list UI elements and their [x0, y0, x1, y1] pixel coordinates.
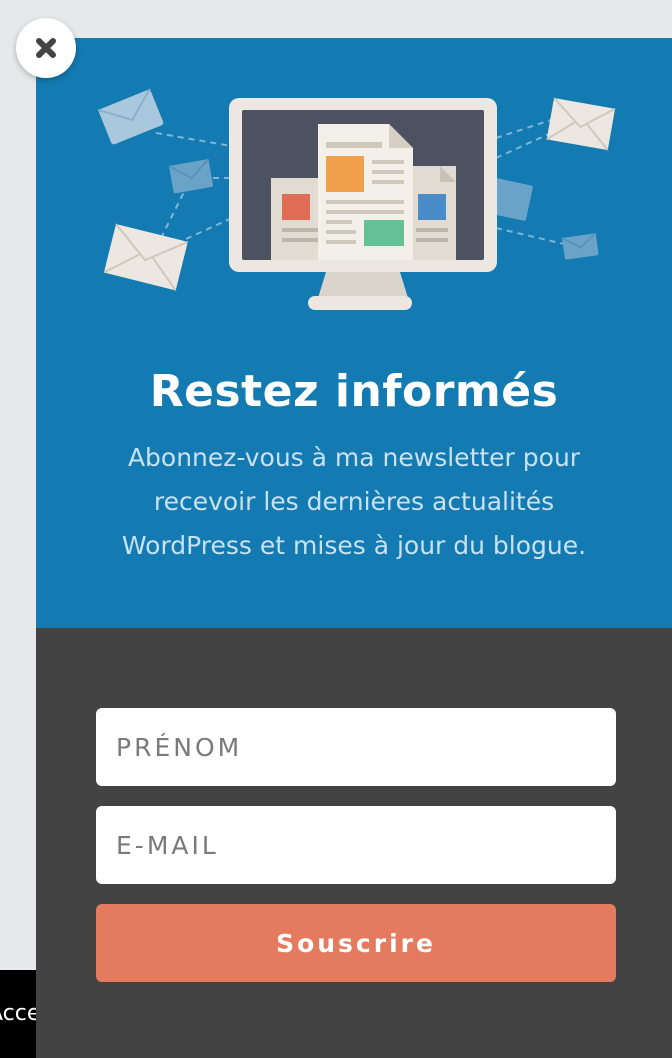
first-name-input[interactable]	[96, 708, 616, 786]
subscribe-button[interactable]: Souscrire	[96, 904, 616, 982]
close-button[interactable]	[16, 18, 76, 78]
popup-subtitle: Abonnez-vous à ma newsletter pour recevo…	[121, 443, 587, 560]
newsletter-illustration-icon	[97, 88, 616, 310]
popup-header: Restez informés Abonnez-vous à ma newsle…	[36, 38, 672, 628]
email-input[interactable]	[96, 806, 616, 884]
monitor-icon	[229, 98, 497, 310]
popup-title: Restez informés	[149, 366, 559, 417]
close-icon	[36, 38, 56, 58]
newsletter-popup: Restez informés Abonnez-vous à ma newsle…	[36, 38, 672, 1058]
envelope-icon	[97, 88, 213, 291]
